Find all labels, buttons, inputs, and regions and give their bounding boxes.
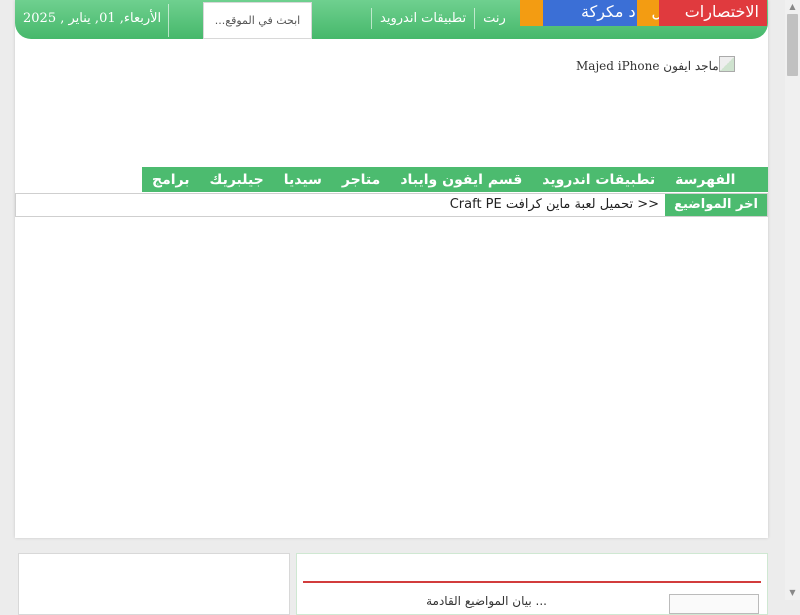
scroll-down-arrow-icon[interactable]: ▼ <box>785 586 800 600</box>
divider-line <box>303 581 761 583</box>
menu-item-index[interactable]: الفهرسة <box>665 172 745 188</box>
shortcuts-label[interactable]: الاختصارات <box>659 0 767 26</box>
ticker-item-link[interactable]: << تحميل لعبة ماين كرافت Craft PE <box>450 197 659 212</box>
page-scrollbar[interactable]: ▲ ▼ <box>785 0 800 600</box>
top-nav: تطبيقات اندرويد رنت <box>371 8 514 29</box>
right-widget-box: ... بيان المواضيع القادمة <box>296 553 768 615</box>
widget-select[interactable] <box>669 594 759 614</box>
main-menu: برامج جيلبريك سيديا متاجر قسم ايفون وايب… <box>142 167 768 192</box>
menu-item-android-apps[interactable]: تطبيقات اندرويد <box>532 172 665 188</box>
left-widget-box <box>18 553 290 615</box>
ticker-label: اخر المواضيع <box>665 194 767 216</box>
widget-text: ... بيان المواضيع القادمة <box>426 594 547 608</box>
menu-item-jailbreak[interactable]: جيلبريك <box>200 172 274 188</box>
search-input[interactable]: ابحث في الموقع... <box>203 2 312 39</box>
page-container <box>15 0 768 538</box>
current-date: الأربعاء, 01, يناير , 2025 <box>23 11 162 26</box>
logo-alt-text: ماجد ايفون Majed iPhone <box>576 59 719 73</box>
divider <box>168 4 169 37</box>
scroll-up-arrow-icon[interactable]: ▲ <box>785 0 800 14</box>
menu-item-cydia[interactable]: سيديا <box>274 172 332 188</box>
top-nav-item-internet[interactable]: رنت <box>474 8 514 29</box>
shortcut-tag-blue[interactable]: باد مكركة <box>543 0 651 26</box>
broken-image-icon <box>718 56 735 72</box>
site-logo[interactable]: ماجد ايفون Majed iPhone <box>576 56 735 73</box>
menu-item-iphone-ipad[interactable]: قسم ايفون وايباد <box>390 172 532 188</box>
scroll-thumb[interactable] <box>787 14 798 76</box>
menu-item-programs[interactable]: برامج <box>142 172 200 188</box>
news-ticker: اخر المواضيع << تحميل لعبة ماين كرافت Cr… <box>15 193 768 217</box>
menu-item-stores[interactable]: متاجر <box>332 172 390 188</box>
top-nav-item-android-apps[interactable]: تطبيقات اندرويد <box>371 8 474 29</box>
